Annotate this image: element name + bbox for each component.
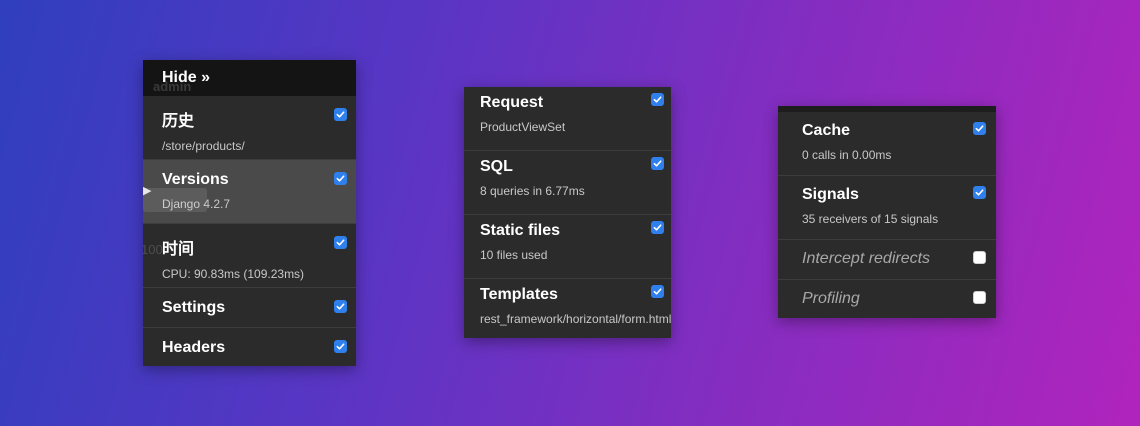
panel-item-signals[interactable]: Signals 35 receivers of 15 signals xyxy=(778,176,996,240)
checkmark-icon xyxy=(653,96,662,103)
panel-toggle-checkbox[interactable] xyxy=(651,157,664,170)
panel-item-time[interactable]: 100 时间 CPU: 90.83ms (109.23ms) xyxy=(143,224,356,288)
panel-toggle-checkbox[interactable] xyxy=(651,221,664,234)
checkmark-icon xyxy=(975,125,984,132)
panel-item-subtitle: rest_framework/horizontal/form.html xyxy=(480,312,671,326)
panel-item-title: Settings xyxy=(162,299,226,316)
checkmark-icon xyxy=(336,239,345,246)
panel-toggle-checkbox[interactable] xyxy=(973,251,986,264)
panel-item-title: Request xyxy=(480,94,544,111)
panel-item-subtitle: CPU: 90.83ms (109.23ms) xyxy=(162,267,305,281)
hide-toolbar-button[interactable]: Hide » admin xyxy=(143,60,356,96)
panel-item-title: Headers xyxy=(162,339,226,356)
panel-item-subtitle: 35 receivers of 15 signals xyxy=(802,212,939,226)
panel-toggle-checkbox[interactable] xyxy=(651,93,664,106)
panel-item-subtitle: ProductViewSet xyxy=(480,120,566,134)
panel-item-title: Profiling xyxy=(802,290,860,307)
panel-item-profiling[interactable]: Profiling xyxy=(778,280,996,318)
panel-item-title: Cache xyxy=(802,122,851,139)
panel-toggle-checkbox[interactable] xyxy=(651,285,664,298)
panel-item-request[interactable]: Request ProductViewSet xyxy=(464,87,671,151)
background-ghost-count-text: 100 xyxy=(143,242,163,257)
panel-item-settings[interactable]: Settings xyxy=(143,288,356,328)
panel-item-subtitle: 10 files used xyxy=(480,248,548,262)
panel-item-static-files[interactable]: Static files 10 files used xyxy=(464,215,671,279)
panel-item-sql[interactable]: SQL 8 queries in 6.77ms xyxy=(464,151,671,215)
panel-item-title: Static files xyxy=(480,222,561,239)
panel-toggle-checkbox[interactable] xyxy=(334,340,347,353)
panel-item-title: Signals xyxy=(802,186,859,203)
hide-toolbar-label: Hide » xyxy=(162,69,211,86)
panel-item-history[interactable]: 历史 /store/products/ xyxy=(143,96,356,160)
panel-toggle-checkbox[interactable] xyxy=(334,172,347,185)
panel-item-templates[interactable]: Templates rest_framework/horizontal/form… xyxy=(464,279,671,338)
checkmark-icon xyxy=(653,224,662,231)
panel-item-versions[interactable]: ▶ Versions Django 4.2.7 xyxy=(143,160,356,224)
triangle-right-icon: ▶ xyxy=(143,185,152,197)
panel-toggle-checkbox[interactable] xyxy=(334,236,347,249)
panel-item-title: Versions xyxy=(162,171,229,188)
checkmark-icon xyxy=(975,189,984,196)
panel-toggle-checkbox[interactable] xyxy=(334,300,347,313)
debug-toolbar-panel-list-3: Cache 0 calls in 0.00ms Signals 35 recei… xyxy=(778,106,996,318)
panel-item-subtitle: /store/products/ xyxy=(162,139,245,153)
checkmark-icon xyxy=(336,175,345,182)
panel-item-headers[interactable]: Headers xyxy=(143,328,356,366)
panel-toggle-checkbox[interactable] xyxy=(973,122,986,135)
panel-item-subtitle: 8 queries in 6.77ms xyxy=(480,184,585,198)
panel-item-intercept-redirects[interactable]: Intercept redirects xyxy=(778,240,996,280)
checkmark-icon xyxy=(336,111,345,118)
panel-item-subtitle: 0 calls in 0.00ms xyxy=(802,148,892,162)
panel-item-title: Intercept redirects xyxy=(802,250,931,267)
checkmark-icon xyxy=(653,160,662,167)
panel-toggle-checkbox[interactable] xyxy=(973,291,986,304)
panel-item-title: 历史 xyxy=(162,113,195,130)
panel-item-title: SQL xyxy=(480,158,513,175)
debug-toolbar-panel-list-1: Hide » admin 历史 /store/products/ ▶ Versi… xyxy=(143,60,356,366)
checkmark-icon xyxy=(336,303,345,310)
checkmark-icon xyxy=(336,343,345,350)
panel-item-title: Templates xyxy=(480,286,558,303)
panel-item-cache[interactable]: Cache 0 calls in 0.00ms xyxy=(778,112,996,176)
debug-toolbar-panel-list-2: Request ProductViewSet SQL 8 queries in … xyxy=(464,87,671,338)
panel-toggle-checkbox[interactable] xyxy=(973,186,986,199)
panel-toggle-checkbox[interactable] xyxy=(334,108,347,121)
checkmark-icon xyxy=(653,288,662,295)
panel-item-title: 时间 xyxy=(162,241,195,258)
panel-item-subtitle: Django 4.2.7 xyxy=(162,197,231,211)
